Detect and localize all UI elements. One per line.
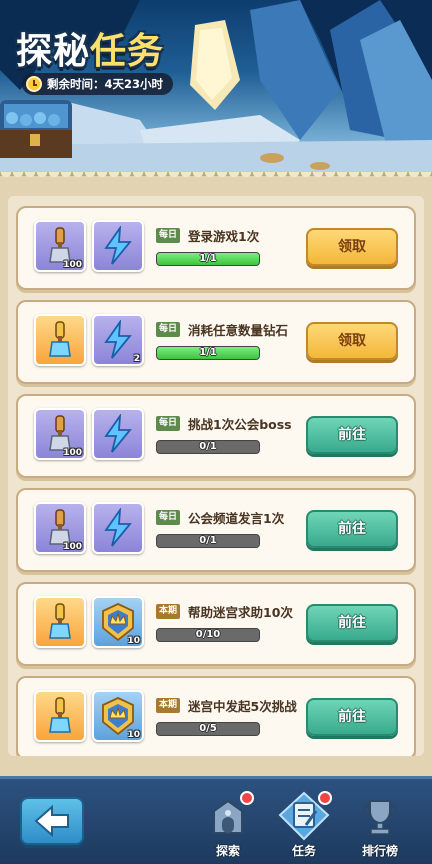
task-card: 100 每日 登录游戏1次 1/1 领取 [16, 206, 416, 290]
tasks-notification-dot [318, 791, 332, 805]
progress-text: 1/1 [199, 347, 217, 358]
lightning-gem-icon [104, 414, 132, 453]
task-title: 消耗任意数量钻石 [188, 323, 289, 338]
progress-text: 0/1 [199, 535, 217, 546]
page-title-part1: 探秘 [16, 31, 91, 72]
reward-qty: 2 [133, 354, 140, 364]
progress-bar: 0/1 [156, 440, 260, 454]
reward-slot[interactable]: 100 [34, 220, 86, 272]
daily-tag: 每日 [156, 416, 181, 431]
remaining-time-label: 剩余时间： [47, 77, 105, 91]
reward-slot[interactable] [92, 408, 144, 460]
header-banner: 探秘任务 剩余时间： 4天23小时 [0, 0, 432, 178]
reward-slot[interactable]: 100 [34, 408, 86, 460]
progress-text: 0/1 [199, 441, 217, 452]
remaining-time-value: 4天23小时 [104, 77, 164, 91]
period-tag: 本期 [156, 698, 181, 713]
nav-tasks[interactable]: 任务 [274, 791, 334, 861]
trophy-icon [363, 800, 397, 835]
blue-shovel-icon [49, 321, 71, 357]
nav-tasks-label: 任务 [291, 844, 316, 858]
progress-bar: 0/10 [156, 628, 260, 642]
daily-tag: 每日 [156, 510, 181, 525]
lightning-gem-icon [104, 226, 132, 265]
reward-slot[interactable] [34, 596, 86, 648]
remaining-time-pill: 剩余时间： 4天23小时 [22, 73, 174, 95]
progress-bar: 0/1 [156, 534, 260, 548]
progress-bar: 1/1 [156, 346, 260, 360]
progress-text: 0/5 [199, 723, 217, 734]
progress-text: 0/10 [195, 629, 221, 640]
daily-tag: 每日 [156, 322, 181, 337]
back-arrow-icon [34, 804, 69, 838]
claim-button[interactable]: 领取 [306, 322, 398, 360]
nav-explore[interactable]: 探索 [198, 791, 258, 861]
reward-slot[interactable]: 10 [92, 596, 144, 648]
nav-explore-label: 探索 [215, 844, 240, 858]
reward-qty: 100 [63, 448, 82, 458]
clock-icon [26, 76, 42, 92]
task-title: 迷宫中发起5次挑战 [188, 699, 297, 714]
task-list[interactable]: 100 每日 登录游戏1次 1/1 领取 2 每日 消耗任意数量钻石 1/1 领… [8, 196, 424, 756]
reward-slot[interactable]: 10 [92, 690, 144, 742]
nav-rank-label: 排行榜 [361, 844, 398, 858]
back-button[interactable] [20, 797, 84, 845]
task-title: 挑战1次公会boss [188, 417, 292, 432]
go-button[interactable]: 前往 [306, 604, 398, 642]
reward-slot[interactable]: 100 [34, 502, 86, 554]
task-card: 2 每日 消耗任意数量钻石 1/1 领取 [16, 300, 416, 384]
task-title: 登录游戏1次 [188, 229, 260, 244]
bottom-nav: 探索 任务 排行榜 [0, 776, 432, 864]
reward-qty: 100 [63, 260, 82, 270]
task-title: 公会频道发言1次 [188, 511, 285, 526]
blue-shovel-icon [49, 603, 71, 639]
reward-qty: 10 [127, 730, 140, 740]
reward-qty: 100 [63, 542, 82, 552]
reward-qty: 10 [127, 636, 140, 646]
panel-scallop-border [0, 172, 432, 182]
period-tag: 本期 [156, 604, 181, 619]
progress-bar: 1/1 [156, 252, 260, 266]
task-card: 100 每日 挑战1次公会boss 0/1 前往 [16, 394, 416, 478]
reward-slot[interactable] [92, 220, 144, 272]
task-card: 10 本期 帮助迷宫求助10次 0/10 前往 [16, 582, 416, 666]
lightning-gem-icon [104, 508, 132, 547]
task-title: 帮助迷宫求助10次 [188, 605, 293, 620]
blue-shovel-icon [49, 697, 71, 733]
reward-slot[interactable]: 2 [92, 314, 144, 366]
page-title-part2: 任务 [90, 31, 165, 72]
go-button[interactable]: 前往 [306, 510, 398, 548]
go-button[interactable]: 前往 [306, 698, 398, 736]
reward-slot[interactable] [34, 690, 86, 742]
claim-button[interactable]: 领取 [306, 228, 398, 266]
task-card: 100 每日 公会频道发言1次 0/1 前往 [16, 488, 416, 572]
daily-tag: 每日 [156, 228, 181, 243]
progress-text: 1/1 [199, 253, 217, 264]
nav-rank[interactable]: 排行榜 [350, 795, 410, 861]
reward-slot[interactable] [92, 502, 144, 554]
lightning-gem-icon [104, 320, 132, 359]
go-button[interactable]: 前往 [306, 416, 398, 454]
progress-bar: 0/5 [156, 722, 260, 736]
page-title: 探秘任务 [16, 22, 164, 74]
task-card: 10 本期 迷宫中发起5次挑战 0/5 前往 [16, 676, 416, 756]
explore-notification-dot [240, 791, 254, 805]
reward-slot[interactable] [34, 314, 86, 366]
